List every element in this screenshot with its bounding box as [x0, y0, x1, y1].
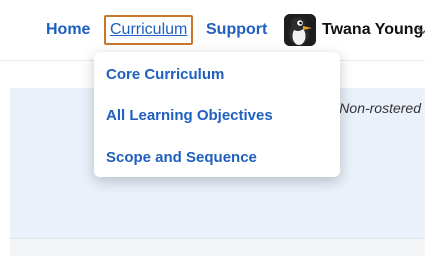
menu-item-all-learning-objectives[interactable]: All Learning Objectives	[106, 107, 273, 125]
rostered-status-text: Non-rostered	[339, 100, 421, 116]
curriculum-dropdown-menu: Core Curriculum All Learning Objectives …	[94, 52, 340, 177]
nav-home-link[interactable]: Home	[46, 20, 90, 40]
footer-strip	[10, 238, 425, 256]
penguin-avatar-icon	[284, 14, 316, 46]
chevron-down-icon	[417, 27, 425, 35]
user-name: Twana Young	[322, 21, 424, 38]
menu-item-core-curriculum[interactable]: Core Curriculum	[106, 66, 224, 84]
nav-support-link[interactable]: Support	[206, 20, 267, 40]
nav-curriculum-link[interactable]: Curriculum	[104, 15, 194, 45]
menu-item-scope-and-sequence[interactable]: Scope and Sequence	[106, 149, 257, 167]
